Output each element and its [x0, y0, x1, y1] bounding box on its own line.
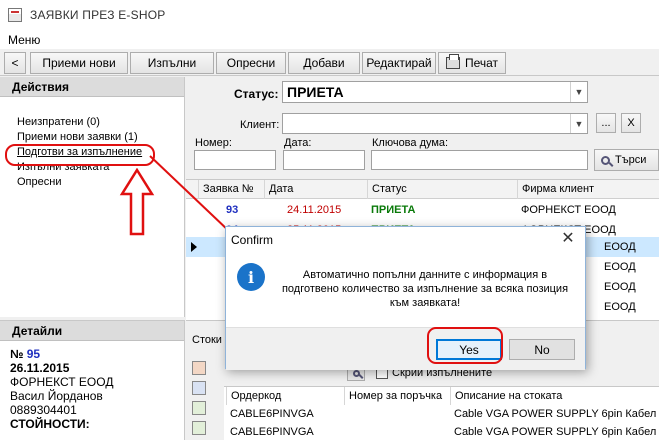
- dialog-title-bar: Confirm ✕: [226, 227, 585, 253]
- details-body: № 95 26.11.2015 ФОРНЕКСТ ЕООД Васил Йорд…: [0, 341, 184, 431]
- info-icon: i: [237, 263, 265, 291]
- transfer-icon[interactable]: [192, 381, 206, 395]
- row-date: 24.11.2015: [287, 204, 342, 216]
- print-label: Печат: [464, 56, 499, 70]
- details-costs-label: СТОЙНОСТИ:: [10, 417, 90, 431]
- chevron-down-icon: ▼: [570, 114, 587, 133]
- dialog-title: Confirm: [231, 233, 274, 247]
- back-button[interactable]: <: [4, 52, 26, 74]
- excel-icon[interactable]: [192, 401, 206, 415]
- search-button-label: Търси: [615, 154, 647, 166]
- chevron-down-icon: ▼: [570, 82, 587, 102]
- row-company: ЕООД: [604, 301, 636, 313]
- date-input[interactable]: [283, 150, 365, 170]
- col-status[interactable]: Статус: [367, 180, 517, 199]
- item-order-no: [344, 423, 450, 440]
- keyword-input[interactable]: [371, 150, 588, 170]
- toolbar: < Приеми нови Изпълни Опресни Добави Ред…: [0, 50, 659, 76]
- client-label: Клиент:: [240, 119, 280, 131]
- row-company: ЕООД: [604, 281, 636, 293]
- close-icon[interactable]: ✕: [559, 230, 577, 248]
- details-company: ФОРНЕКСТ ЕООД: [10, 375, 114, 389]
- browse-client-button[interactable]: ...: [596, 113, 616, 133]
- window-title: ЗАЯВКИ ПРЕЗ E-SHOP: [30, 8, 166, 22]
- print-button[interactable]: Печат: [438, 52, 506, 74]
- details-panel: Детайли № 95 26.11.2015 ФОРНЕКСТ ЕООД Ва…: [0, 320, 185, 440]
- confirm-dialog: Confirm ✕ i Автоматично попълни данните …: [225, 226, 586, 370]
- table-row[interactable]: 93 24.11.2015 ПРИЕТА ФОРНЕКСТ ЕООД: [186, 200, 659, 220]
- details-number-prefix: №: [10, 347, 24, 361]
- details-number: 95: [26, 347, 41, 361]
- row-company: ЕООД: [604, 241, 636, 253]
- annotation-circle-yes: [427, 327, 503, 364]
- menu-item-menu[interactable]: Меню: [8, 33, 40, 47]
- status-select[interactable]: ПРИЕТА ▼: [282, 81, 588, 103]
- title-bar: ЗАЯВКИ ПРЕЗ E-SHOP: [0, 0, 659, 30]
- col-order-no[interactable]: Номер за поръчка: [344, 387, 450, 405]
- number-label: Номер:: [195, 137, 232, 149]
- actions-title: Действия: [0, 77, 184, 97]
- search-button[interactable]: Търси: [594, 149, 659, 171]
- item-desc: Cable VGA POWER SUPPLY 6pin Кабел: [454, 408, 657, 420]
- search-icon: [352, 369, 360, 377]
- action-unsent[interactable]: Неизпратени (0): [17, 115, 184, 130]
- details-date: 26.11.2015: [10, 361, 70, 375]
- col-ordercode[interactable]: Ордеркод: [226, 387, 344, 405]
- menu-bar: Меню: [0, 30, 659, 49]
- status-value: ПРИЕТА: [287, 84, 344, 100]
- dialog-message: Автоматично попълни данните с информация…: [281, 269, 569, 309]
- details-title: Детайли: [0, 321, 184, 341]
- receive-new-button[interactable]: Приеми нови: [30, 52, 128, 74]
- items-toolbar: [192, 361, 210, 440]
- search-icon: [601, 155, 610, 165]
- keyword-label: Ключова дума:: [372, 137, 449, 149]
- row-company: ЕООД: [604, 261, 636, 273]
- add-button[interactable]: Добави: [288, 52, 360, 74]
- row-company: ФОРНЕКСТ ЕООД: [521, 204, 616, 216]
- details-number-line: № 95: [10, 347, 184, 361]
- dialog-footer: Yes No: [226, 327, 585, 370]
- execute-button[interactable]: Изпълни: [130, 52, 214, 74]
- date-label: Дата:: [284, 137, 312, 149]
- refresh-button[interactable]: Опресни: [216, 52, 286, 74]
- filter-area: Статус: ПРИЕТА ▼ Клиент: ▼ ... X Номер: …: [186, 77, 659, 177]
- col-date[interactable]: Дата: [264, 180, 367, 199]
- status-label: Статус:: [234, 87, 279, 101]
- action-receive-new[interactable]: Приеми нови заявки (1): [17, 130, 184, 145]
- tab-items[interactable]: Стоки: [192, 334, 222, 346]
- item-order-no: [344, 405, 450, 423]
- app-icon: [8, 8, 22, 22]
- details-phone: 0889304401: [10, 403, 77, 417]
- details-person: Васил Йорданов: [10, 389, 103, 403]
- items-grid: Ордеркод Номер за поръчка Описание на ст…: [224, 386, 659, 440]
- clear-client-button[interactable]: X: [621, 113, 641, 133]
- add-row-icon[interactable]: [192, 361, 206, 375]
- col-description[interactable]: Описание на стоката: [450, 387, 659, 405]
- printer-icon: [445, 54, 460, 69]
- annotation-circle-prepare: [5, 144, 155, 166]
- row-status: ПРИЕТА: [371, 204, 416, 216]
- export-icon[interactable]: [192, 421, 206, 435]
- no-button[interactable]: No: [509, 339, 575, 360]
- orders-grid-header: Заявка № Дата Статус Фирма клиент: [186, 180, 659, 199]
- item-code: CABLE6PINVGA: [230, 408, 314, 420]
- item-desc: Cable VGA POWER SUPPLY 6pin Кабел: [454, 426, 657, 438]
- item-code: CABLE6PINVGA: [230, 426, 314, 438]
- edit-button[interactable]: Редактирай: [362, 52, 436, 74]
- col-client-company[interactable]: Фирма клиент: [517, 180, 659, 199]
- client-select[interactable]: ▼: [282, 113, 588, 134]
